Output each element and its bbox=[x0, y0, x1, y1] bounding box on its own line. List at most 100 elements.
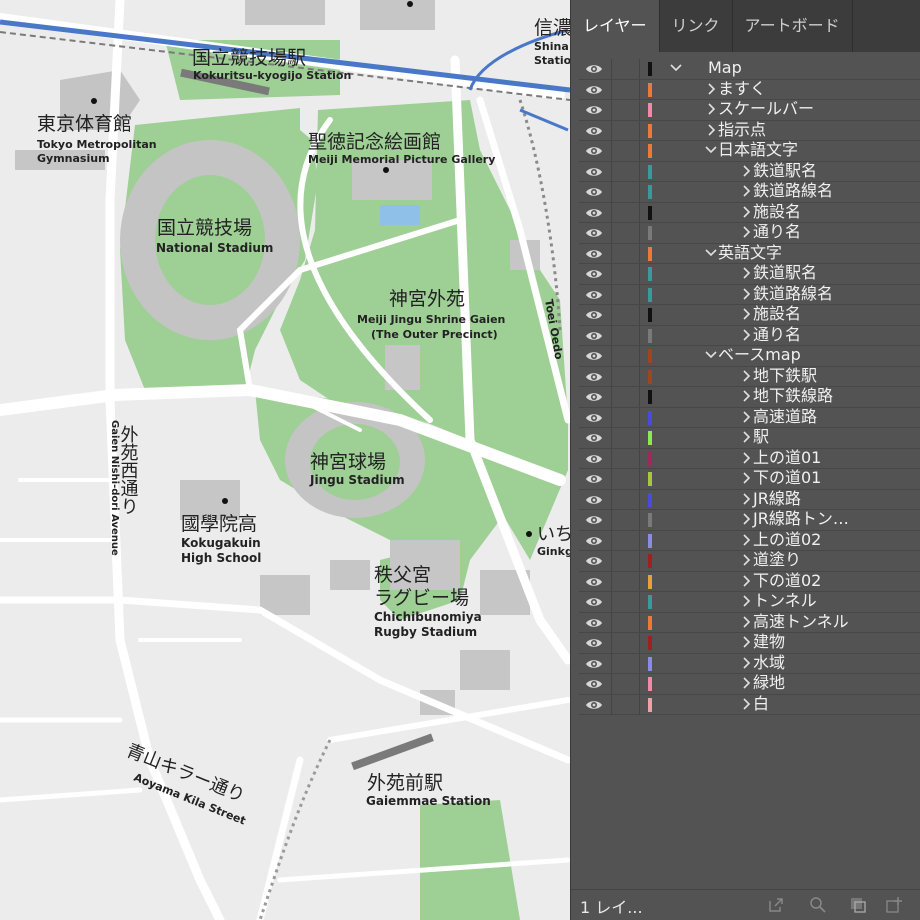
lock-column[interactable] bbox=[611, 489, 612, 509]
lock-column[interactable] bbox=[611, 428, 612, 448]
layer-row[interactable]: 高速トンネル bbox=[579, 612, 920, 633]
lock-column[interactable] bbox=[611, 79, 612, 99]
lock-column[interactable] bbox=[611, 469, 612, 489]
lock-column[interactable] bbox=[611, 120, 612, 140]
lock-column[interactable] bbox=[611, 223, 612, 243]
visibility-eye-icon[interactable] bbox=[585, 513, 603, 527]
layer-row[interactable]: Map bbox=[579, 59, 920, 80]
visibility-eye-icon[interactable] bbox=[585, 124, 603, 138]
visibility-eye-icon[interactable] bbox=[585, 575, 603, 589]
chevron-right-icon[interactable] bbox=[739, 183, 753, 199]
visibility-eye-icon[interactable] bbox=[585, 185, 603, 199]
lock-column[interactable] bbox=[611, 243, 612, 263]
lock-column[interactable] bbox=[611, 325, 612, 345]
chevron-right-icon[interactable] bbox=[739, 491, 753, 507]
chevron-right-icon[interactable] bbox=[704, 122, 718, 138]
chevron-right-icon[interactable] bbox=[739, 163, 753, 179]
chevron-right-icon[interactable] bbox=[739, 204, 753, 220]
layer-row[interactable]: トンネル bbox=[579, 591, 920, 613]
lock-column[interactable] bbox=[611, 653, 612, 673]
visibility-eye-icon[interactable] bbox=[585, 226, 603, 240]
visibility-eye-icon[interactable] bbox=[585, 493, 603, 507]
visibility-eye-icon[interactable] bbox=[585, 534, 603, 548]
chevron-right-icon[interactable] bbox=[739, 593, 753, 609]
visibility-eye-icon[interactable] bbox=[585, 677, 603, 691]
chevron-right-icon[interactable] bbox=[739, 552, 753, 568]
layer-row[interactable]: 下の道02 bbox=[579, 571, 920, 592]
lock-column[interactable] bbox=[611, 510, 612, 530]
layer-row[interactable]: 建物 bbox=[579, 632, 920, 654]
chevron-right-icon[interactable] bbox=[739, 634, 753, 650]
layer-row[interactable]: 施設名 bbox=[579, 304, 920, 326]
lock-column[interactable] bbox=[611, 571, 612, 591]
chevron-right-icon[interactable] bbox=[739, 696, 753, 712]
lock-column[interactable] bbox=[611, 387, 612, 407]
layer-row[interactable]: 水域 bbox=[579, 653, 920, 674]
chevron-right-icon[interactable] bbox=[704, 101, 718, 117]
layer-row[interactable]: 英語文字 bbox=[579, 243, 920, 264]
visibility-eye-icon[interactable] bbox=[585, 636, 603, 650]
visibility-eye-icon[interactable] bbox=[585, 144, 603, 158]
chevron-down-icon[interactable] bbox=[704, 245, 718, 261]
chevron-right-icon[interactable] bbox=[739, 470, 753, 486]
layer-row[interactable]: 施設名 bbox=[579, 202, 920, 223]
layer-row[interactable]: 上の道01 bbox=[579, 448, 920, 469]
layer-row[interactable]: JR線路トン… bbox=[579, 509, 920, 531]
chevron-right-icon[interactable] bbox=[704, 81, 718, 97]
visibility-eye-icon[interactable] bbox=[585, 103, 603, 117]
tab-layers[interactable]: レイヤー bbox=[571, 0, 660, 52]
visibility-eye-icon[interactable] bbox=[585, 616, 603, 630]
search-icon[interactable] bbox=[809, 896, 827, 914]
tab-artboards[interactable]: アートボード bbox=[733, 0, 853, 52]
visibility-eye-icon[interactable] bbox=[585, 62, 603, 76]
visibility-eye-icon[interactable] bbox=[585, 247, 603, 261]
chevron-right-icon[interactable] bbox=[739, 511, 753, 527]
lock-column[interactable] bbox=[611, 612, 612, 632]
chevron-right-icon[interactable] bbox=[739, 450, 753, 466]
lock-column[interactable] bbox=[611, 592, 612, 612]
visibility-eye-icon[interactable] bbox=[585, 554, 603, 568]
layer-row[interactable]: 日本語文字 bbox=[579, 140, 920, 162]
layer-row[interactable]: 地下鉄線路 bbox=[579, 386, 920, 408]
visibility-eye-icon[interactable] bbox=[585, 288, 603, 302]
lock-column[interactable] bbox=[611, 161, 612, 181]
visibility-eye-icon[interactable] bbox=[585, 206, 603, 220]
layer-row[interactable]: 緑地 bbox=[579, 673, 920, 695]
layer-row[interactable]: 地下鉄駅 bbox=[579, 366, 920, 387]
chevron-right-icon[interactable] bbox=[739, 306, 753, 322]
layer-row[interactable]: 鉄道駅名 bbox=[579, 161, 920, 182]
lock-column[interactable] bbox=[611, 530, 612, 550]
chevron-right-icon[interactable] bbox=[739, 286, 753, 302]
layer-row[interactable]: 高速道路 bbox=[579, 407, 920, 428]
chevron-right-icon[interactable] bbox=[739, 675, 753, 691]
chevron-down-icon[interactable] bbox=[704, 142, 718, 158]
visibility-eye-icon[interactable] bbox=[585, 329, 603, 343]
layer-row[interactable]: 道塗り bbox=[579, 550, 920, 572]
layer-row[interactable]: ますく bbox=[579, 79, 920, 100]
visibility-eye-icon[interactable] bbox=[585, 267, 603, 281]
lock-column[interactable] bbox=[611, 59, 612, 79]
layer-row[interactable]: 上の道02 bbox=[579, 530, 920, 551]
layer-row[interactable]: 鉄道路線名 bbox=[579, 181, 920, 203]
visibility-eye-icon[interactable] bbox=[585, 595, 603, 609]
lock-column[interactable] bbox=[611, 674, 612, 694]
layer-row[interactable]: 指示点 bbox=[579, 120, 920, 141]
visibility-eye-icon[interactable] bbox=[585, 390, 603, 404]
lock-column[interactable] bbox=[611, 694, 612, 714]
layer-row[interactable]: 鉄道路線名 bbox=[579, 284, 920, 305]
layer-row[interactable]: 鉄道駅名 bbox=[579, 263, 920, 285]
layer-row[interactable]: JR線路 bbox=[579, 489, 920, 510]
visibility-eye-icon[interactable] bbox=[585, 657, 603, 671]
lock-column[interactable] bbox=[611, 264, 612, 284]
visibility-eye-icon[interactable] bbox=[585, 165, 603, 179]
visibility-eye-icon[interactable] bbox=[585, 472, 603, 486]
visibility-eye-icon[interactable] bbox=[585, 83, 603, 97]
chevron-right-icon[interactable] bbox=[739, 265, 753, 281]
export-icon[interactable] bbox=[767, 896, 785, 914]
lock-column[interactable] bbox=[611, 305, 612, 325]
visibility-eye-icon[interactable] bbox=[585, 698, 603, 712]
visibility-eye-icon[interactable] bbox=[585, 411, 603, 425]
chevron-right-icon[interactable] bbox=[739, 573, 753, 589]
chevron-down-icon[interactable] bbox=[704, 347, 718, 363]
lock-column[interactable] bbox=[611, 284, 612, 304]
